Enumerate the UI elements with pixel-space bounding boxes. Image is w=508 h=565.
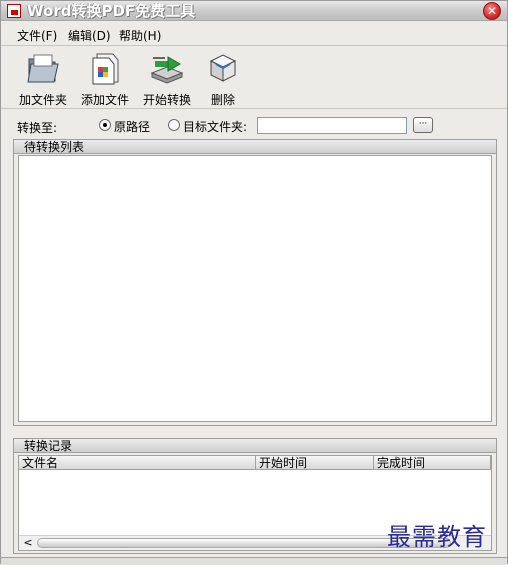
add-file-button[interactable]: 添加文件 xyxy=(77,51,133,107)
menu-bar: 文件(F) 编辑(D) 帮助(H) xyxy=(1,22,507,46)
browse-button[interactable]: ··· xyxy=(413,117,433,133)
pdf-app-icon xyxy=(7,4,21,18)
watermark-text: 最需教育 xyxy=(387,523,487,551)
column-finish-time[interactable]: 完成时间 xyxy=(374,456,491,470)
convert-arrow-icon xyxy=(149,51,185,85)
original-path-radio[interactable] xyxy=(99,119,111,131)
title-bar[interactable]: Word转换PDF免费工具 ✕ xyxy=(1,1,507,21)
column-file-name[interactable]: 文件名 xyxy=(19,456,256,470)
add-folder-label: 加文件夹 xyxy=(18,93,67,107)
menu-edit[interactable]: 编辑(D) xyxy=(68,27,111,44)
scroll-left-icon[interactable]: < xyxy=(21,536,35,550)
app-window: Word转换PDF免费工具 ✕ 文件(F) 编辑(D) 帮助(H) 加文件夹 添… xyxy=(0,0,508,565)
window-title: Word转换PDF免费工具 xyxy=(27,2,196,20)
pending-list-title: 待转换列表 xyxy=(14,140,496,154)
original-path-label[interactable]: 原路径 xyxy=(114,118,150,135)
target-folder-label[interactable]: 目标文件夹: xyxy=(183,118,247,135)
folder-icon xyxy=(25,51,61,85)
delete-button[interactable]: 删除 xyxy=(195,51,251,107)
close-icon[interactable]: ✕ xyxy=(483,2,501,20)
convert-to-label: 转换至: xyxy=(17,121,58,135)
start-convert-button[interactable]: 开始转换 xyxy=(139,51,195,107)
delete-box-icon xyxy=(205,51,241,85)
conversion-log-title: 转换记录 xyxy=(14,439,496,453)
target-folder-radio[interactable] xyxy=(168,119,180,131)
pending-file-list[interactable] xyxy=(18,155,492,422)
toolbar: 加文件夹 添加文件 开始转换 删除 xyxy=(1,47,507,109)
delete-label: 删除 xyxy=(210,93,235,107)
target-folder-input[interactable] xyxy=(257,117,407,134)
document-icon xyxy=(87,51,123,85)
add-folder-button[interactable]: 加文件夹 xyxy=(15,51,71,107)
menu-file[interactable]: 文件(F) xyxy=(17,27,57,44)
pending-list-group: 待转换列表 xyxy=(13,139,497,426)
column-start-time[interactable]: 开始时间 xyxy=(256,456,374,470)
menu-help[interactable]: 帮助(H) xyxy=(119,27,161,44)
add-file-label: 添加文件 xyxy=(80,93,129,107)
